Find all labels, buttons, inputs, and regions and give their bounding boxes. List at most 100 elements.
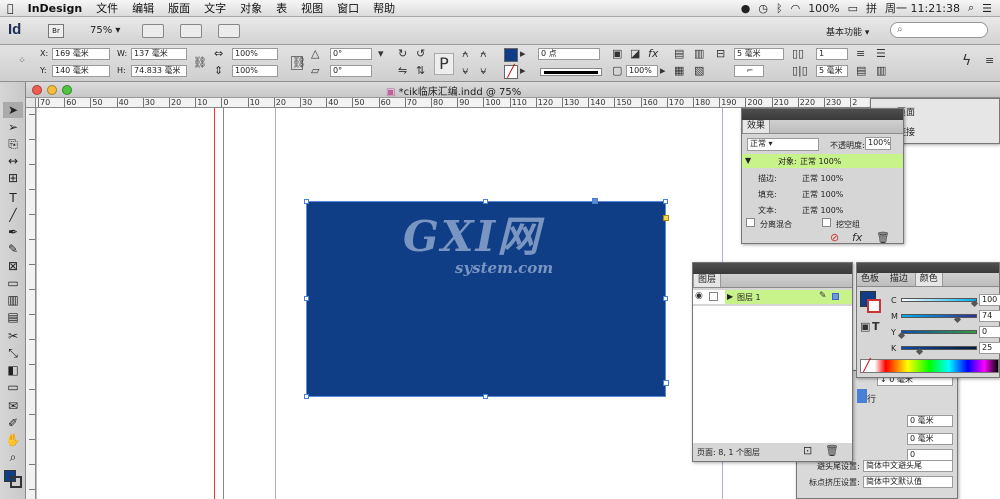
page-tool-icon[interactable]: ⎘ xyxy=(3,136,23,152)
scissors-tool-icon[interactable]: ✂ xyxy=(3,328,23,344)
stroke-swatch-none-icon[interactable]: ╱ xyxy=(504,65,518,79)
handle-middle-right[interactable] xyxy=(663,296,668,301)
rotate-cw-icon[interactable]: ↻ xyxy=(398,48,407,60)
layers-panel-titlebar[interactable] xyxy=(693,263,852,274)
paragraph-space-field-2[interactable]: 0 毫米 xyxy=(907,433,953,445)
cyan-slider[interactable] xyxy=(901,298,977,302)
workspace-switcher[interactable]: 基本功能 ▾ xyxy=(826,25,869,38)
stroke-dropdown-icon[interactable]: ▸ xyxy=(520,65,526,77)
paragraph-row-toggle[interactable] xyxy=(857,389,867,403)
handle-corner-option[interactable] xyxy=(592,198,598,204)
fill-swatch[interactable] xyxy=(504,48,518,62)
help-search-input[interactable]: ⌕ xyxy=(890,22,988,38)
handle-middle-left[interactable] xyxy=(304,296,309,301)
selection-indicator[interactable] xyxy=(832,293,839,300)
zoom-tool-icon[interactable]: ⌕ xyxy=(3,449,23,465)
selection-tool-icon[interactable]: ➤ xyxy=(3,102,23,118)
stroke-color-swatch[interactable] xyxy=(10,476,22,488)
reference-point-icon[interactable]: ⁘ xyxy=(14,55,30,67)
menu-indesign[interactable]: InDesign xyxy=(21,2,90,15)
bridge-button[interactable]: Br xyxy=(48,24,64,38)
vertical-grid-tool-icon[interactable]: ▤ xyxy=(3,309,23,325)
menu-file[interactable]: 文件 xyxy=(89,0,125,16)
scale-y-field[interactable]: 100% xyxy=(232,65,278,77)
shear-field[interactable]: 0° xyxy=(330,65,372,77)
arrange-documents-button[interactable] xyxy=(218,24,240,38)
type-tool-icon[interactable]: T xyxy=(3,190,23,206)
layer-row[interactable]: ◉ ▶ 图层 1 ✎ xyxy=(693,290,852,304)
none-color-icon[interactable]: ╱ xyxy=(861,359,873,372)
document-title[interactable]: ▣ *cik临床汇编.indd @ 75% xyxy=(386,83,521,98)
tab-stroke[interactable]: 描边 xyxy=(886,273,912,286)
menu-layout[interactable]: 版面 xyxy=(161,0,197,16)
gap-tool-icon[interactable]: ↔ xyxy=(3,153,23,169)
stroke-weight-field[interactable]: 0 点 xyxy=(538,48,600,60)
zoom-window-button[interactable] xyxy=(62,85,72,95)
width-field[interactable]: 137 毫米 xyxy=(131,48,187,60)
opacity-arrow-icon[interactable]: ▸ xyxy=(660,65,666,77)
tab-swatches[interactable]: 色板 xyxy=(857,273,883,286)
handle-bottom-left[interactable] xyxy=(304,394,309,399)
tab-effects[interactable]: 效果 xyxy=(742,120,771,133)
menu-edit[interactable]: 编辑 xyxy=(125,0,161,16)
select-next-icon[interactable]: ⍱ xyxy=(480,65,487,77)
kinsoku-select[interactable]: 简体中文避头尾 xyxy=(863,460,953,472)
rotate-ccw-icon[interactable]: ↺ xyxy=(416,48,425,60)
add-effect-fx-icon[interactable]: fx xyxy=(852,232,862,244)
view-options-button[interactable] xyxy=(142,24,164,38)
hand-tool-icon[interactable]: ✋ xyxy=(3,432,23,448)
menu-window[interactable]: 窗口 xyxy=(330,0,366,16)
handle-top-right[interactable] xyxy=(663,199,668,204)
color-spectrum-ramp[interactable]: ╱ xyxy=(860,359,999,373)
apply-to-text-icon[interactable]: T xyxy=(872,321,880,333)
flip-dropdown-icon[interactable]: ▾ xyxy=(378,48,384,60)
corner-option-select[interactable]: ⌐ xyxy=(734,65,764,77)
effects-panel-titlebar[interactable] xyxy=(742,109,903,120)
baseline-grid-icon[interactable]: ▤ xyxy=(856,65,866,77)
notification-center-icon[interactable]: ☰ xyxy=(982,2,992,15)
baseline-align-icon[interactable]: ▥ xyxy=(876,65,886,77)
new-layer-icon[interactable]: ⊡ xyxy=(803,445,812,457)
magenta-slider[interactable] xyxy=(901,314,977,318)
select-container-icon[interactable]: ⍲ xyxy=(462,48,469,60)
zoom-level-select[interactable]: 75% ▾ xyxy=(90,25,120,36)
effects-opacity-field[interactable]: 100% xyxy=(865,137,891,150)
constrain-proportions-icon[interactable]: ⛓ xyxy=(193,57,207,69)
flip-horizontal-icon[interactable]: ⇋ xyxy=(398,65,407,77)
magenta-field[interactable]: 74 xyxy=(979,310,1000,322)
content-collector-tool-icon[interactable]: ⊞ xyxy=(3,170,23,186)
handle-top-left[interactable] xyxy=(304,199,309,204)
pencil-tool-icon[interactable]: ✎ xyxy=(3,241,23,257)
time-machine-icon[interactable]: ◷ xyxy=(758,2,768,15)
delete-effect-icon[interactable]: 🗑 xyxy=(876,232,890,244)
stroke-type-select[interactable] xyxy=(540,68,602,76)
fill-dropdown-icon[interactable]: ▸ xyxy=(520,48,526,60)
horizontal-grid-tool-icon[interactable]: ▥ xyxy=(3,292,23,308)
align-bottom-icon[interactable]: ▦ xyxy=(674,65,684,77)
handle-bottom-right[interactable] xyxy=(663,380,669,386)
menu-view[interactable]: 视图 xyxy=(294,0,330,16)
columns-field[interactable]: 1 xyxy=(816,48,848,60)
scale-x-field[interactable]: 100% xyxy=(232,48,278,60)
color-stroke-swatch[interactable] xyxy=(867,299,881,313)
note-tool-icon[interactable]: ✉ xyxy=(3,398,23,414)
select-content-icon[interactable]: ⍲ xyxy=(480,48,487,60)
battery-icon[interactable]: ▭ xyxy=(848,2,858,15)
yellow-slider[interactable] xyxy=(901,330,977,334)
yellow-field[interactable]: 0 xyxy=(979,326,1000,338)
frame-width-field[interactable]: 5 毫米 xyxy=(734,48,784,60)
visibility-eye-icon[interactable]: ◉ xyxy=(695,290,703,302)
tab-layers[interactable]: 图层 xyxy=(693,274,722,287)
color-panel-titlebar[interactable] xyxy=(857,263,999,273)
menu-type[interactable]: 文字 xyxy=(197,0,233,16)
apple-menu-icon[interactable]:  xyxy=(0,2,21,15)
blend-mode-select[interactable]: 正常 ▾ xyxy=(747,138,819,151)
menu-help[interactable]: 帮助 xyxy=(366,0,402,16)
rectangle-frame-tool-icon[interactable]: ⊠ xyxy=(3,258,23,274)
control-panel-menu-icon[interactable]: ≡ xyxy=(985,55,994,67)
cyan-field[interactable]: 100 xyxy=(979,294,1000,306)
menu-object[interactable]: 对象 xyxy=(233,0,269,16)
align-justify-icon[interactable]: ▧ xyxy=(694,65,704,77)
mojikumi-select[interactable]: 简体中文默认值 xyxy=(863,476,953,488)
wifi-icon[interactable]: ◠ xyxy=(791,2,801,15)
